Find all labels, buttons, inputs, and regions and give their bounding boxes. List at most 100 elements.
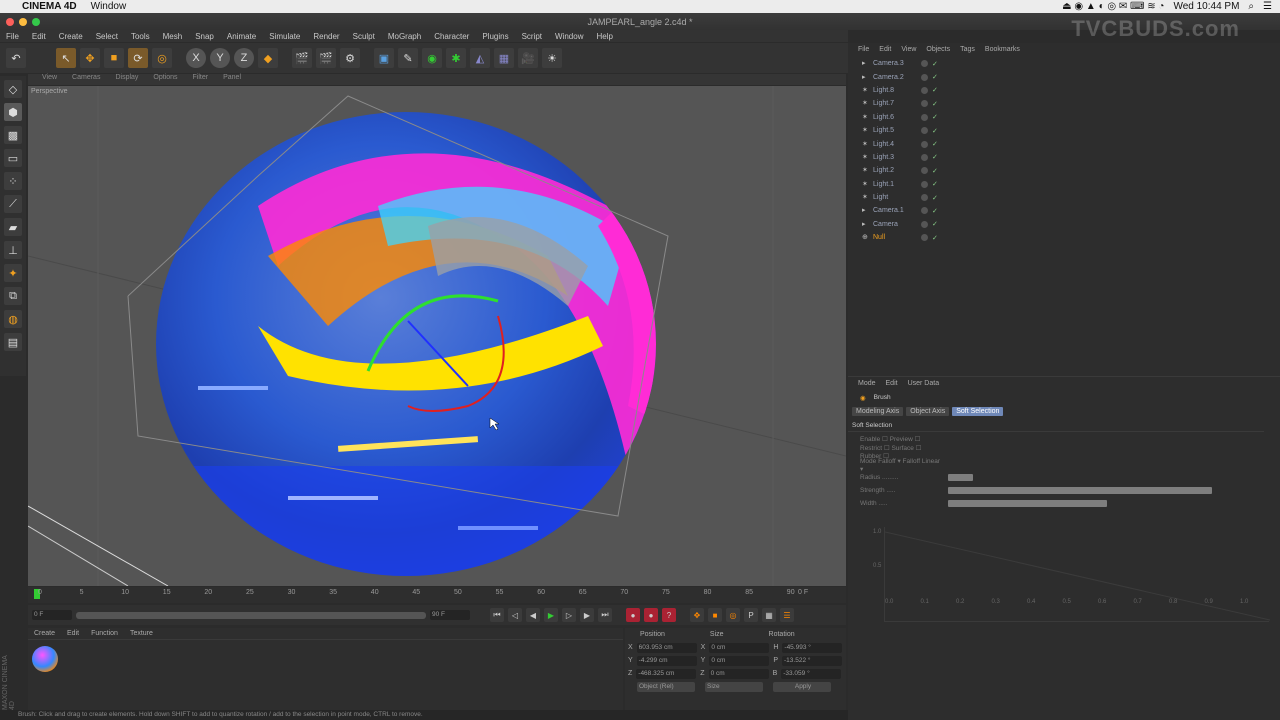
viewport-menu-display[interactable]: Display (115, 74, 138, 85)
snap-icon[interactable]: ⧉ (4, 287, 22, 305)
material-menu-edit[interactable]: Edit (67, 630, 79, 637)
lock-workplane-icon[interactable]: ▤ (4, 333, 22, 351)
menu-item-file[interactable]: File (6, 32, 19, 41)
enabled-check-icon[interactable]: ✓ (932, 60, 938, 68)
enabled-check-icon[interactable]: ✓ (932, 113, 938, 121)
visibility-dot[interactable] (921, 167, 928, 175)
menu-item-animate[interactable]: Animate (227, 32, 256, 41)
objects-menu-tags[interactable]: Tags (960, 46, 975, 54)
visibility-dot[interactable] (921, 220, 928, 228)
visibility-dot[interactable] (921, 113, 928, 121)
go-to-start-icon[interactable]: ⏮ (490, 608, 504, 622)
viewport-menu-panel[interactable]: Panel (223, 74, 241, 85)
go-to-prev-frame-icon[interactable]: ◀ (526, 608, 540, 622)
deformer-icon[interactable]: ◭ (470, 48, 490, 68)
object-row[interactable]: ✶ Light.7 ✓ (848, 97, 1280, 110)
enabled-check-icon[interactable]: ✓ (932, 194, 938, 202)
key-pla-icon[interactable]: ▦ (762, 608, 776, 622)
menu-item-script[interactable]: Script (522, 32, 542, 41)
object-name[interactable]: Camera.1 (873, 207, 917, 214)
visibility-dot[interactable] (921, 153, 928, 161)
live-selection-icon[interactable]: ↖ (56, 48, 76, 68)
axis-mode-icon[interactable]: ⊥ (4, 241, 22, 259)
visibility-dot[interactable] (921, 180, 928, 188)
menu-item-create[interactable]: Create (59, 32, 83, 41)
start-frame-field[interactable]: 0 F (32, 610, 72, 620)
object-row[interactable]: ✶ Light ✓ (848, 191, 1280, 204)
light-icon[interactable]: ☀ (542, 48, 562, 68)
coord-mode-select[interactable]: Object (Rel) (637, 681, 695, 692)
visibility-dot[interactable] (921, 194, 928, 202)
rotate-icon[interactable]: ⟳ (128, 48, 148, 68)
position-field[interactable]: -468.325 cm (636, 668, 697, 679)
spotlight-icon[interactable]: ⌕ (1248, 1, 1254, 12)
polygons-mode-icon[interactable]: ▰ (4, 218, 22, 236)
menu-item-mesh[interactable]: Mesh (163, 32, 183, 41)
object-name[interactable]: Null (873, 234, 917, 241)
size-field[interactable]: 0 cm (709, 642, 770, 653)
object-name[interactable]: Light.4 (873, 141, 917, 148)
go-to-prev-key-icon[interactable]: ◁ (508, 608, 522, 622)
enabled-check-icon[interactable]: ✓ (932, 207, 938, 215)
autokey-icon[interactable]: ● (644, 608, 658, 622)
size-mode-select[interactable]: Size (705, 681, 763, 692)
viewport-perspective[interactable]: Perspective (28, 86, 846, 586)
menu-item-mograph[interactable]: MoGraph (388, 32, 421, 41)
edges-mode-icon[interactable]: ⟋ (4, 195, 22, 213)
key-position-icon[interactable]: ✥ (690, 608, 704, 622)
rotation-field[interactable]: -33.059 ° (781, 668, 842, 679)
object-row[interactable]: ✶ Light.3 ✓ (848, 151, 1280, 164)
object-row[interactable]: ▸ Camera.1 ✓ (848, 204, 1280, 217)
subdivision-icon[interactable]: ◉ (422, 48, 442, 68)
tweak-mode-icon[interactable]: ✦ (4, 264, 22, 282)
attribute-tab-object-axis[interactable]: Object Axis (906, 407, 950, 416)
menu-item-character[interactable]: Character (434, 32, 469, 41)
attribute-menu-user-data[interactable]: User Data (908, 380, 940, 388)
menu-item-window[interactable]: Window (555, 32, 583, 41)
object-name[interactable]: Light.7 (873, 100, 917, 107)
apply-button[interactable]: Apply (773, 681, 831, 692)
render-picture-viewer-icon[interactable]: 🎬 (316, 48, 336, 68)
key-scale-icon[interactable]: ■ (708, 608, 722, 622)
object-name[interactable]: Light.3 (873, 154, 917, 161)
move-icon[interactable]: ✥ (80, 48, 100, 68)
visibility-dot[interactable] (921, 207, 928, 215)
object-row[interactable]: ✶ Light.4 ✓ (848, 137, 1280, 150)
object-row[interactable]: ⊕ Null ✓ (848, 231, 1280, 244)
menu-item-simulate[interactable]: Simulate (269, 32, 300, 41)
material-menu-texture[interactable]: Texture (130, 630, 153, 637)
viewport-menu-filter[interactable]: Filter (193, 74, 209, 85)
status-icons[interactable]: ⏏ ◉ ▲ ◐ ◎ ✉ ⌨ ≋ ◔ (1062, 1, 1164, 12)
frame-range-slider[interactable] (76, 611, 426, 619)
size-field[interactable]: 0 cm (709, 655, 770, 666)
workplane-icon[interactable]: ▭ (4, 149, 22, 167)
position-field[interactable]: 603.953 cm (636, 642, 697, 653)
enabled-check-icon[interactable]: ✓ (932, 73, 938, 81)
object-name[interactable]: Light (873, 194, 917, 201)
undo-icon[interactable]: ↶ (6, 48, 26, 68)
object-name[interactable]: Light.6 (873, 114, 917, 121)
recent-tool-icon[interactable]: ◎ (152, 48, 172, 68)
visibility-dot[interactable] (921, 60, 928, 68)
position-field[interactable]: -4.299 cm (636, 655, 697, 666)
attribute-tab-modeling-axis[interactable]: Modeling Axis (852, 407, 904, 416)
camera-icon[interactable]: 🎥 (518, 48, 538, 68)
enabled-check-icon[interactable]: ✓ (932, 153, 938, 161)
menu-item-help[interactable]: Help (596, 32, 612, 41)
attribute-slider[interactable] (948, 487, 1212, 494)
y-axis-lock-icon[interactable]: Y (210, 48, 230, 68)
cube-icon[interactable]: ▣ (374, 48, 394, 68)
attribute-menu-edit[interactable]: Edit (886, 380, 898, 388)
scene-render[interactable] (28, 86, 846, 586)
object-row[interactable]: ▸ Camera ✓ (848, 218, 1280, 231)
notification-icon[interactable]: ☰ (1263, 1, 1272, 12)
attribute-tab-soft-selection[interactable]: Soft Selection (952, 407, 1004, 416)
timeline-window-icon[interactable]: ☰ (780, 608, 794, 622)
viewport-menu-view[interactable]: View (42, 74, 57, 85)
go-to-end-icon[interactable]: ⏭ (598, 608, 612, 622)
object-row[interactable]: ✶ Light.6 ✓ (848, 111, 1280, 124)
object-row[interactable]: ✶ Light.8 ✓ (848, 84, 1280, 97)
viewport-menu-options[interactable]: Options (153, 74, 177, 85)
visibility-dot[interactable] (921, 234, 928, 242)
key-parameter-icon[interactable]: P (744, 608, 758, 622)
